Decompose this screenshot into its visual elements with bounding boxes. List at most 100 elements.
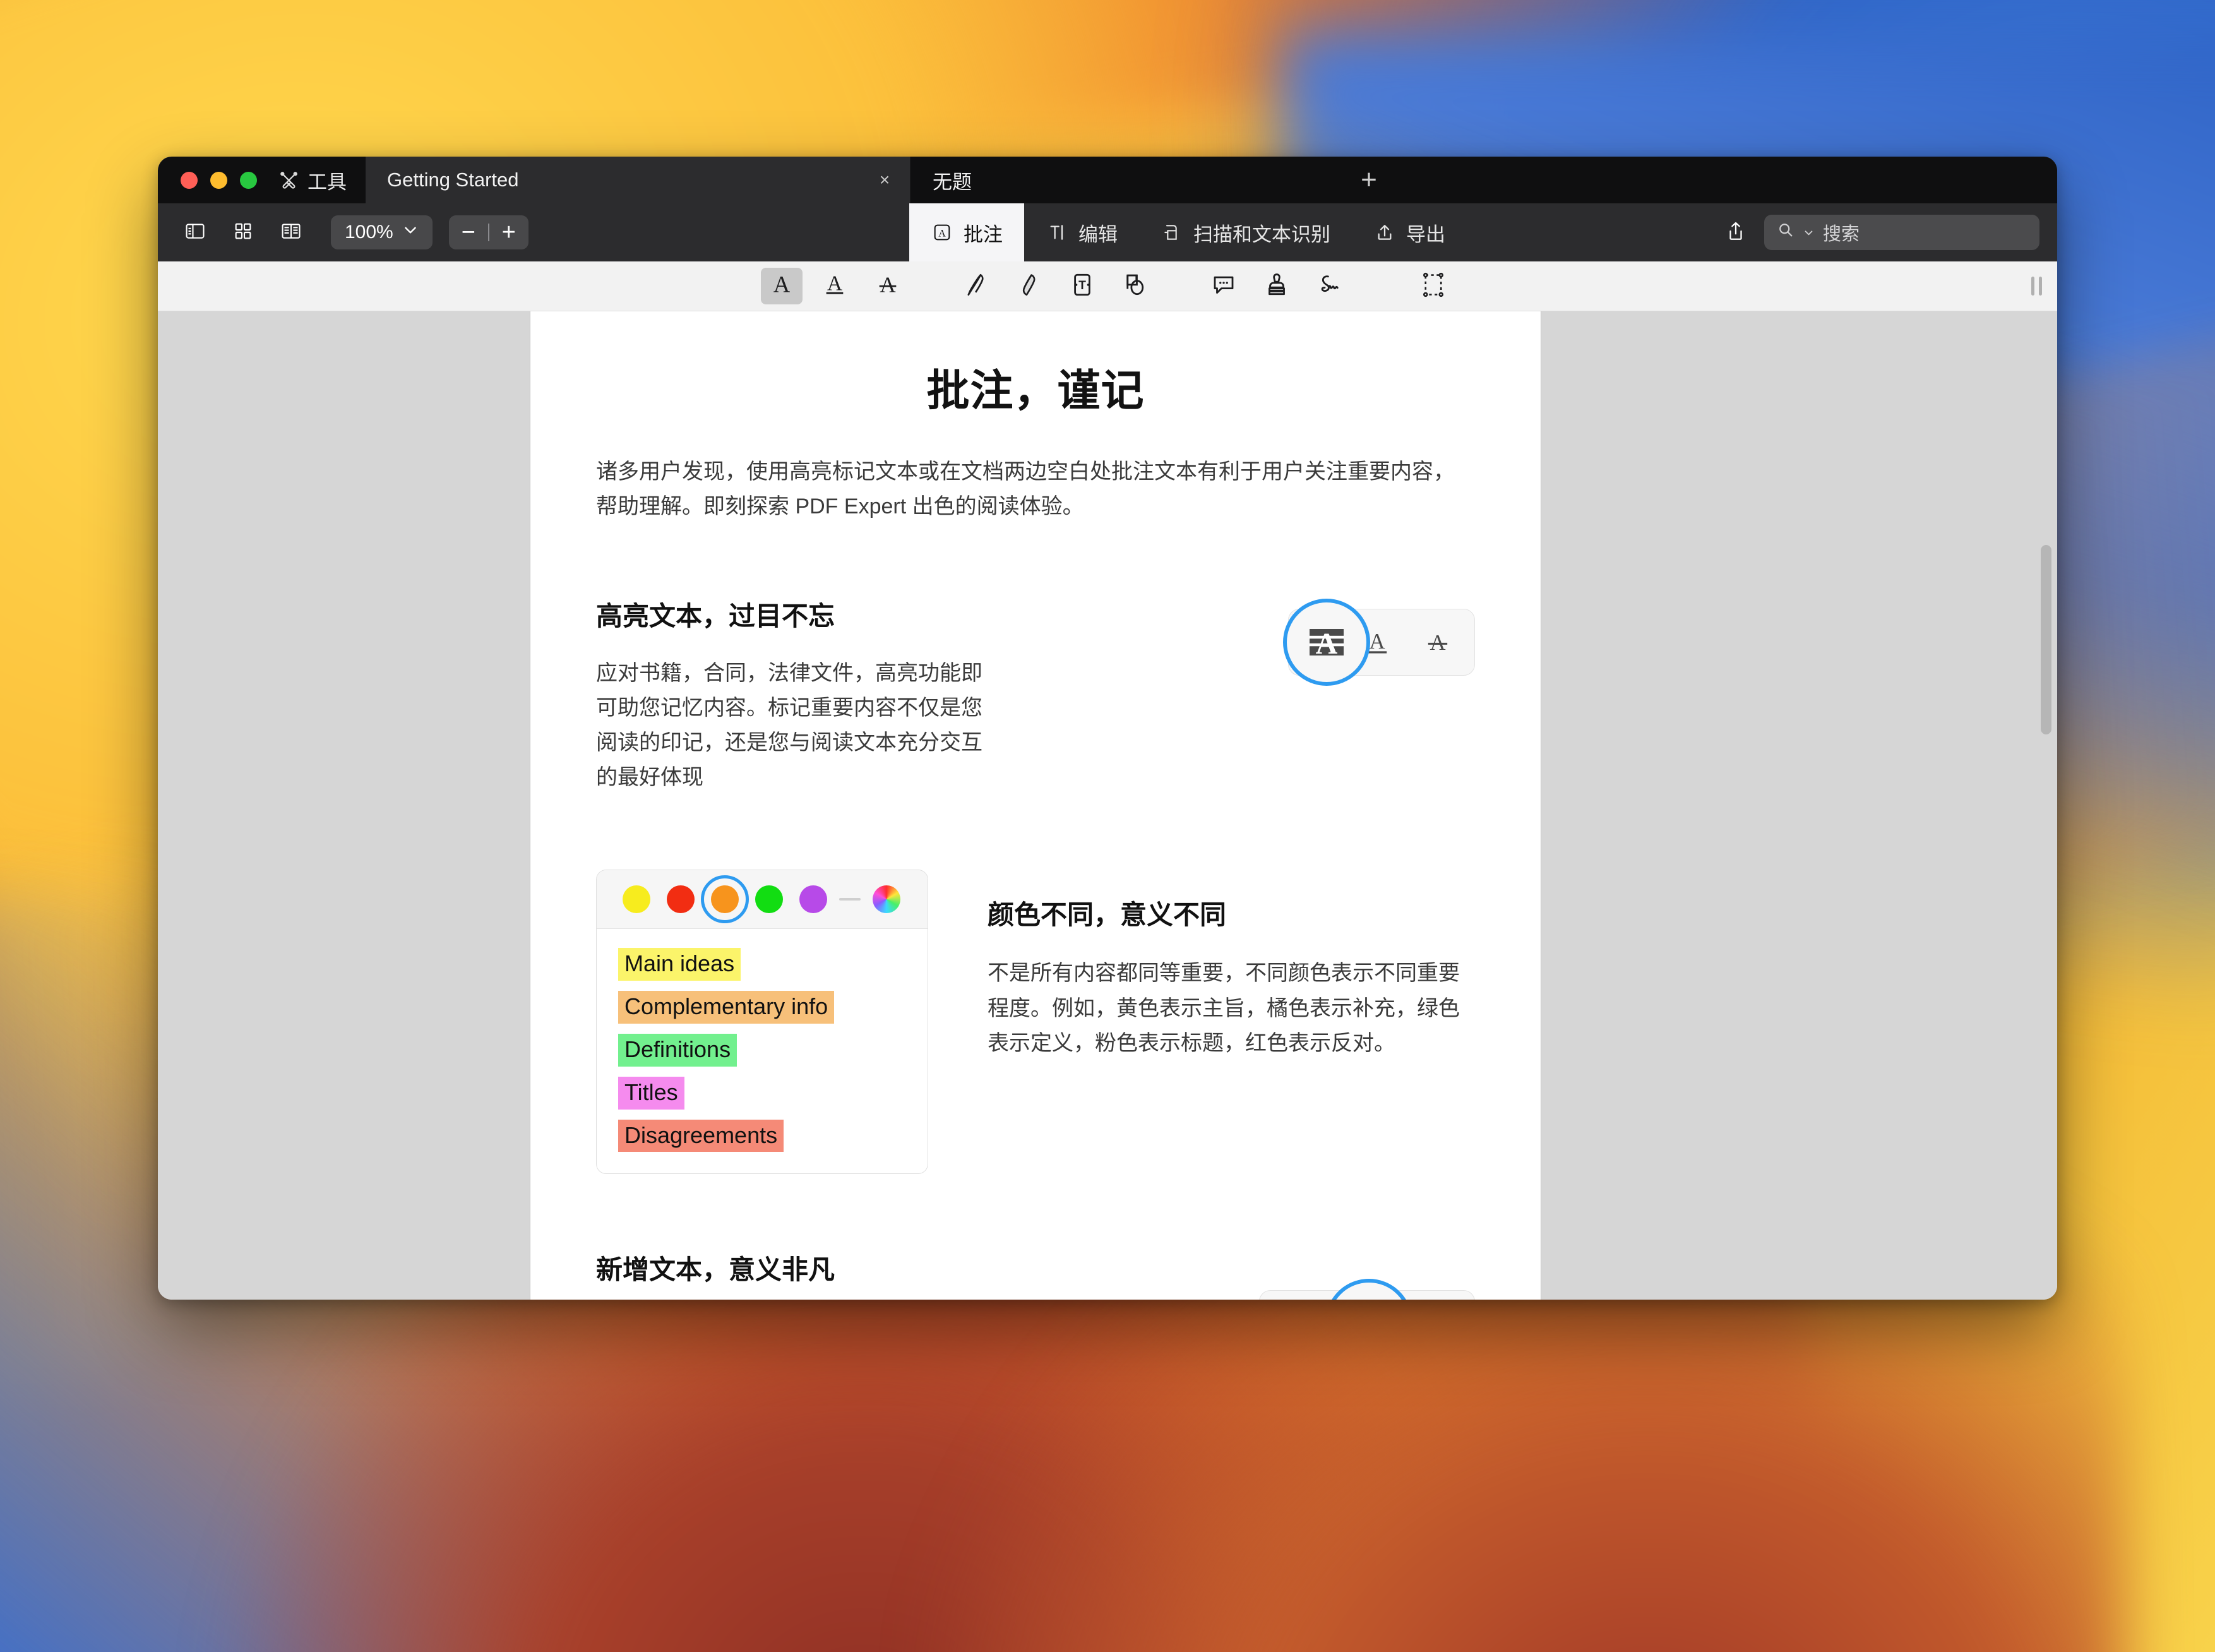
list-item: Titles — [618, 1077, 906, 1120]
tab-getting-started[interactable]: Getting Started × — [366, 157, 910, 203]
strikethrough-a-icon: A — [1421, 626, 1454, 659]
tab-annotate-label: 批注 — [964, 218, 1003, 247]
pdf-page[interactable]: 批注，谨记 诸多用户发现，使用高亮标记文本或在文档两边空白处批注文本有利于用户关… — [530, 311, 1541, 1300]
tab-annotate[interactable]: A 批注 — [909, 203, 1024, 261]
pen-tool-button[interactable] — [955, 268, 997, 304]
highlight-sample-text: Definitions — [618, 1034, 737, 1067]
search-dropdown-chevron-icon[interactable] — [1803, 222, 1814, 243]
scrollbar-thumb[interactable] — [2041, 545, 2051, 734]
tools-button[interactable]: 工具 — [262, 157, 366, 203]
section-add-text: 新增文本，意义非凡 在文档两边空白处写上重要评论丰富您的 PDF 内容，您的全部… — [596, 1248, 1475, 1300]
underline-tool-button[interactable]: A — [814, 268, 856, 304]
zoom-level-dropdown[interactable]: 100% — [331, 215, 433, 249]
area-select-tool-button[interactable] — [1412, 268, 1454, 304]
vertical-scrollbar[interactable] — [2039, 318, 2053, 1294]
search-icon — [1777, 221, 1794, 244]
highlight-sample-text: Titles — [618, 1077, 684, 1110]
mode-tabs: A 批注 编辑 扫描和文本识别 — [909, 203, 1467, 261]
color-swatch-green[interactable] — [747, 885, 791, 913]
two-page-view-button[interactable] — [272, 213, 311, 252]
text-box-tool-button[interactable]: T — [1061, 268, 1103, 304]
color-wheel-button[interactable] — [864, 885, 909, 913]
section-add-text-heading: 新增文本，意义非凡 — [596, 1248, 1000, 1287]
window-titlebar: 工具 Getting Started × 无题 + — [158, 157, 2057, 203]
toolbar-left-group: 100% − + — [158, 213, 528, 252]
highlight-a-icon: A — [769, 272, 794, 301]
color-swatch-purple[interactable] — [791, 885, 835, 913]
sidebar-toggle-button[interactable] — [176, 213, 215, 252]
tools-wrench-icon — [278, 170, 299, 191]
underline-a-icon: A — [822, 272, 847, 301]
signature-tool-button[interactable] — [1309, 268, 1351, 304]
comment-icon — [1210, 272, 1237, 301]
tab-edit[interactable]: 编辑 — [1024, 203, 1139, 261]
text-tool-button-selected[interactable]: T — [1325, 1279, 1412, 1300]
svg-text:A: A — [773, 272, 791, 297]
main-toolbar: 100% − + A 批注 — [158, 203, 2057, 261]
list-item: Complementary info — [618, 991, 906, 1034]
stamp-tool-button[interactable] — [1256, 268, 1298, 304]
grid-icon — [233, 221, 253, 244]
svg-text:A: A — [880, 272, 896, 297]
highlight-tool-button[interactable]: A — [761, 268, 803, 304]
titlebar-spacer — [1391, 157, 2057, 203]
toolbar-drag-handle[interactable] — [2031, 277, 2042, 296]
thumbnails-button[interactable] — [224, 213, 263, 252]
zoom-level-value: 100% — [345, 222, 393, 243]
tab-scan-ocr-label: 扫描和文本识别 — [1193, 218, 1330, 247]
svg-text:A: A — [1316, 627, 1338, 661]
minimize-window-button[interactable] — [210, 172, 227, 189]
palette-divider — [839, 898, 861, 901]
text-cursor-icon — [1046, 221, 1068, 244]
svg-text:A: A — [938, 229, 946, 239]
strikethrough-style-button[interactable]: A — [1407, 612, 1468, 673]
pen-icon — [963, 272, 989, 301]
tools-label: 工具 — [307, 166, 347, 195]
tab-untitled[interactable]: 无题 — [910, 157, 1333, 203]
section-colors: Main ideas Complementary info Definition… — [596, 870, 1475, 1174]
shape-icon — [1122, 272, 1149, 301]
eraser-tool-button[interactable] — [1008, 268, 1050, 304]
share-icon — [1725, 220, 1746, 245]
marquee-select-icon — [1420, 272, 1447, 301]
section-highlight-heading: 高亮文本，过目不忘 — [596, 595, 988, 633]
section-colors-body: 不是所有内容都同等重要，不同颜色表示不同重要程度。例如，黄色表示主旨，橘色表示补… — [988, 956, 1475, 1060]
document-canvas[interactable]: 批注，谨记 诸多用户发现，使用高亮标记文本或在文档两边空白处批注文本有利于用户关… — [158, 311, 2057, 1300]
chevron-down-icon — [402, 222, 419, 243]
share-button[interactable] — [1716, 213, 1755, 252]
pencil-tool-button[interactable] — [1269, 1292, 1334, 1300]
two-page-icon — [280, 220, 302, 245]
new-tab-button[interactable]: + — [1347, 157, 1391, 203]
zoom-in-button[interactable]: + — [489, 215, 528, 249]
tab-export[interactable]: 导出 — [1352, 203, 1467, 261]
svg-text:A: A — [1369, 630, 1385, 654]
color-swatch-red[interactable] — [659, 885, 703, 913]
section-colors-heading: 颜色不同，意义不同 — [988, 894, 1475, 932]
maximize-window-button[interactable] — [240, 172, 257, 189]
shape-tool-button[interactable] — [1114, 268, 1156, 304]
comment-tool-button[interactable] — [1203, 268, 1245, 304]
list-item: Main ideas — [618, 948, 906, 991]
pdf-expert-window: 工具 Getting Started × 无题 + — [158, 157, 2057, 1300]
close-tab-icon[interactable]: × — [875, 171, 894, 189]
svg-text:A: A — [827, 272, 842, 295]
highlight-style-button-selected[interactable]: A — [1283, 599, 1370, 686]
tab-scan-ocr[interactable]: 扫描和文本识别 — [1139, 203, 1352, 261]
eraser-icon — [1016, 272, 1042, 301]
color-swatch-yellow[interactable] — [614, 885, 659, 913]
sidebar-icon — [184, 220, 206, 245]
text-style-widget: A A — [1288, 609, 1475, 676]
shapes-tool-button[interactable] — [1400, 1292, 1466, 1300]
annotation-tool-group: A A A — [755, 268, 1460, 304]
tab-title: Getting Started — [387, 169, 519, 191]
color-palette-row — [597, 870, 928, 929]
zoom-out-button[interactable]: − — [449, 215, 488, 249]
close-window-button[interactable] — [181, 172, 198, 189]
strikethrough-tool-button[interactable]: A — [867, 268, 909, 304]
intro-paragraph: 诸多用户发现，使用高亮标记文本或在文档两边空白处批注文本有利于用户关注重要内容，… — [596, 455, 1475, 524]
search-input[interactable]: 搜索 — [1764, 215, 2039, 250]
section-highlight-body: 应对书籍，合同，法律文件，高亮功能即可助您记忆内容。标记重要内容不仅是您阅读的印… — [596, 656, 988, 795]
color-swatch-orange-selected[interactable] — [703, 885, 747, 913]
highlight-sample-text: Disagreements — [618, 1120, 784, 1152]
highlight-sample-text: Complementary info — [618, 991, 834, 1024]
